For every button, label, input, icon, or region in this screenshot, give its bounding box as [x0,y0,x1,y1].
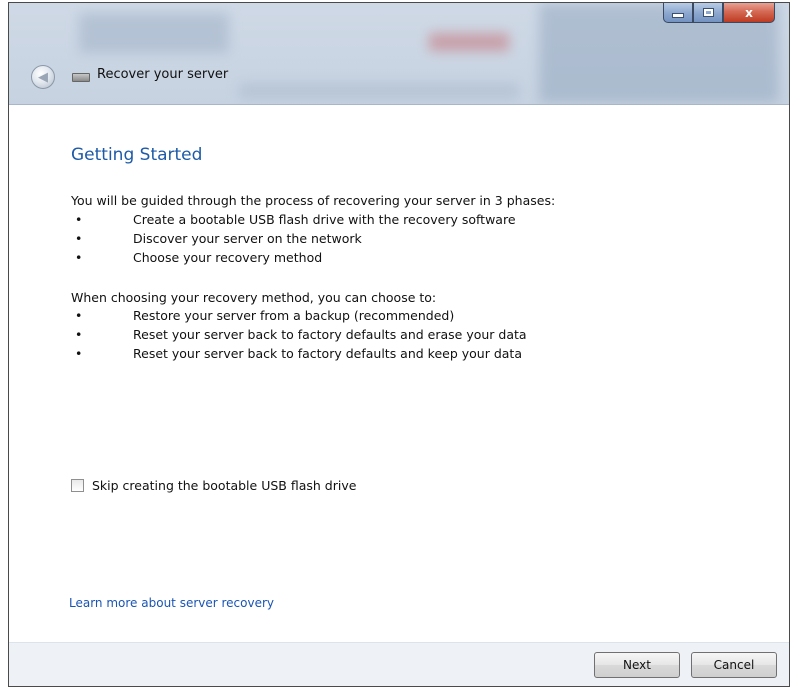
close-button[interactable]: x [723,3,775,23]
close-icon: x [745,5,753,20]
method-text: Reset your server back to factory defaul… [133,327,527,342]
next-button[interactable]: Next [594,652,680,678]
phase-text: Choose your recovery method [133,250,323,265]
maximize-icon [702,8,714,17]
title-bar: x ◀ Recover your server [9,3,789,108]
back-arrow-icon: ◀ [38,69,48,85]
window-title: Recover your server [97,67,229,82]
server-icon [72,73,90,82]
skip-usb-row[interactable]: Skip creating the bootable USB flash dri… [71,476,356,494]
method-text: Restore your server from a backup (recom… [133,308,455,323]
bullet: • [75,212,83,227]
background-blur [79,13,229,53]
methods-intro-text: When choosing your recovery method, you … [71,290,437,305]
background-blur [239,83,519,99]
minimize-button[interactable] [663,3,693,23]
page-heading: Getting Started [71,145,203,165]
bullet: • [75,346,83,361]
skip-usb-label[interactable]: Skip creating the bootable USB flash dri… [92,478,356,493]
content-area: Getting Started You will be guided throu… [9,104,789,643]
cancel-button[interactable]: Cancel [691,652,777,678]
back-button[interactable]: ◀ [31,65,55,89]
minimize-icon [672,13,684,18]
bullet: • [75,250,83,265]
method-text: Reset your server back to factory defaul… [133,346,522,361]
bullet: • [75,327,83,342]
recovery-wizard-window: x ◀ Recover your server Getting Started … [8,2,790,687]
caption-buttons: x [663,3,775,25]
button-bar: Next Cancel [9,642,789,686]
skip-usb-checkbox[interactable] [71,478,84,492]
phase-text: Create a bootable USB flash drive with t… [133,212,516,227]
bullet: • [75,308,83,323]
bullet: • [75,231,83,246]
background-blur [429,33,509,51]
learn-more-link[interactable]: Learn more about server recovery [69,596,274,610]
maximize-button[interactable] [693,3,723,23]
phase-text: Discover your server on the network [133,231,362,246]
intro-text: You will be guided through the process o… [71,193,556,208]
